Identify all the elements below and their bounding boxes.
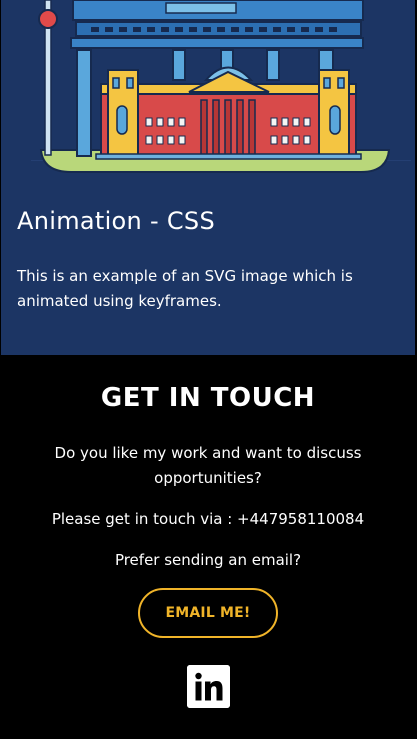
project-card: Animation - CSS This is an example of an… bbox=[1, 0, 415, 355]
card-title: Animation - CSS bbox=[17, 207, 215, 235]
contact-email-prompt: Prefer sending an email? bbox=[114, 551, 302, 569]
berlin-reichstag-illustration bbox=[31, 0, 411, 173]
linkedin-icon[interactable] bbox=[187, 665, 230, 708]
contact-phone-line: Please get in touch via : +447958110084 bbox=[51, 510, 365, 528]
contact-section: GET IN TOUCH Do you like my work and wan… bbox=[1, 355, 415, 737]
card-description: This is an example of an SVG image which… bbox=[17, 267, 353, 310]
contact-question: Do you like my work and want to discuss … bbox=[54, 444, 362, 487]
email-me-button[interactable]: EMAIL ME! bbox=[138, 588, 278, 638]
contact-heading: GET IN TOUCH bbox=[100, 383, 316, 413]
